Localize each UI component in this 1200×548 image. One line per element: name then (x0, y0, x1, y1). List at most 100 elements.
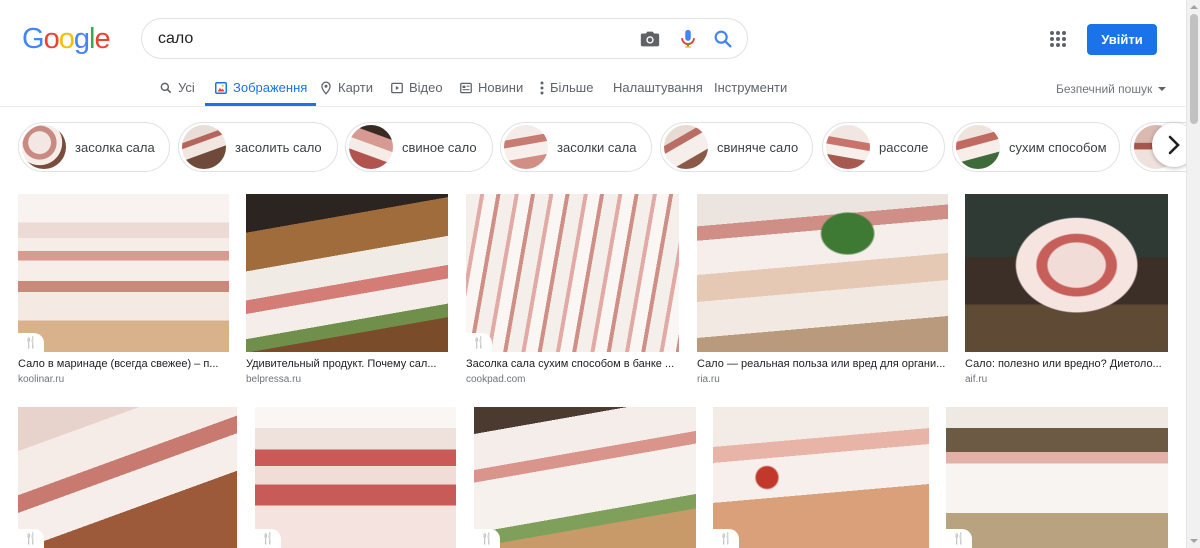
chip-thumbnail (956, 125, 1000, 169)
result-source: koolinar.ru (18, 374, 65, 385)
image-result[interactable]: Сало: полезно или вредно? Диетоло... aif… (965, 194, 1168, 385)
logo-letter: o (58, 23, 75, 55)
microphone-icon[interactable] (677, 28, 699, 50)
search-input[interactable] (158, 28, 618, 50)
search-icon[interactable] (712, 28, 734, 50)
related-chip[interactable]: свиняче сало (660, 122, 813, 172)
chip-label: сухим способом (1009, 139, 1107, 155)
tab-maps[interactable]: Карти (319, 72, 373, 106)
result-thumbnail[interactable]: 🍴 (946, 407, 1168, 548)
result-source: aif.ru (965, 374, 988, 385)
recipe-badge: 🍴 (713, 529, 739, 548)
result-caption[interactable]: Сало — реальная польза или вред для орга… (697, 358, 948, 370)
tab-settings[interactable]: Налаштування (613, 72, 703, 106)
chip-thumbnail (826, 125, 870, 169)
scroll-up-icon[interactable] (1190, 3, 1198, 11)
result-source: cookpad.com (466, 374, 526, 385)
apps-grid-icon[interactable] (1049, 30, 1067, 48)
result-thumbnail[interactable] (697, 194, 948, 352)
google-logo[interactable]: Google (22, 23, 111, 56)
result-thumbnail[interactable]: 🍴 (474, 407, 696, 548)
fork-knife-icon: 🍴 (24, 337, 38, 349)
chip-thumbnail (349, 125, 393, 169)
logo-letter: G (22, 23, 45, 55)
header-divider (0, 106, 1186, 107)
camera-icon[interactable] (639, 28, 661, 50)
fork-knife-icon: 🍴 (472, 337, 486, 349)
image-result[interactable]: 🍴 Сало в маринаде (всегда свежее) – п...… (18, 194, 229, 385)
logo-letter: e (94, 23, 110, 55)
image-result[interactable]: 🍴 (946, 407, 1168, 548)
result-caption[interactable]: Удивительный продукт. Почему сал... (246, 358, 448, 370)
chip-label: свиняче сало (717, 139, 799, 155)
result-thumbnail[interactable] (965, 194, 1168, 352)
scrollbar-thumb[interactable] (1190, 14, 1198, 124)
page-scrollbar[interactable] (1186, 0, 1200, 548)
safesearch-label: Безпечний пошук (1056, 82, 1153, 96)
related-chip[interactable]: рассоле (822, 122, 945, 172)
tab-label: Зображення (233, 80, 308, 95)
result-thumbnail[interactable]: 🍴 (466, 194, 679, 352)
safesearch-toggle[interactable]: Безпечний пошук (1056, 82, 1166, 96)
fork-knife-icon: 🍴 (480, 533, 494, 545)
image-result[interactable]: 🍴 (474, 407, 696, 548)
related-chip[interactable]: засолить сало (178, 122, 338, 172)
news-icon (459, 81, 473, 95)
related-searches-bar: засолка сала засолить сало свиное сало з… (0, 122, 1186, 174)
chip-label: засолка сала (75, 139, 155, 155)
tab-label: Усі (178, 80, 195, 95)
image-result[interactable]: Удивительный продукт. Почему сал... belp… (246, 194, 448, 385)
chip-label: засолить сало (235, 139, 322, 155)
tab-video[interactable]: Відео (390, 72, 443, 106)
fork-knife-icon: 🍴 (24, 533, 38, 545)
image-icon (214, 81, 228, 95)
image-result[interactable]: 🍴 (713, 407, 929, 548)
video-icon (390, 81, 404, 95)
login-button[interactable]: Увійти (1087, 24, 1157, 55)
recipe-badge: 🍴 (18, 333, 44, 352)
recipe-badge: 🍴 (946, 529, 972, 548)
result-source: ria.ru (697, 374, 720, 385)
tab-news[interactable]: Новини (459, 72, 523, 106)
fork-knife-icon: 🍴 (952, 533, 966, 545)
logo-letter: o (43, 23, 60, 55)
result-caption[interactable]: Сало в маринаде (всегда свежее) – п... (18, 358, 229, 370)
result-thumbnail[interactable]: 🍴 (18, 194, 229, 352)
recipe-badge: 🍴 (474, 529, 500, 548)
chip-label: рассоле (879, 139, 929, 155)
result-thumbnail[interactable] (246, 194, 448, 352)
related-chip[interactable]: сухим способом (952, 122, 1120, 172)
result-thumbnail[interactable]: 🍴 (255, 407, 456, 548)
map-pin-icon (319, 81, 333, 95)
chip-thumbnail (664, 125, 708, 169)
scroll-down-icon[interactable] (1190, 537, 1198, 545)
result-thumbnail[interactable]: 🍴 (713, 407, 929, 548)
result-caption[interactable]: Сало: полезно или вредно? Диетоло... (965, 358, 1168, 370)
caret-down-icon (1157, 87, 1166, 91)
fork-knife-icon: 🍴 (261, 533, 275, 545)
more-vert-icon (539, 81, 545, 95)
result-caption[interactable]: Засолка сала сухим способом в банке ... (466, 358, 679, 370)
recipe-badge: 🍴 (466, 333, 492, 352)
search-bar[interactable] (141, 18, 748, 59)
fork-knife-icon: 🍴 (719, 533, 733, 545)
related-chip[interactable]: свиное сало (345, 122, 493, 172)
image-result[interactable]: Сало — реальная польза или вред для орга… (697, 194, 948, 385)
tab-label: Інструменти (714, 80, 788, 95)
recipe-badge: 🍴 (18, 529, 44, 548)
tab-label: Карти (338, 80, 373, 95)
tab-all[interactable]: Усі (159, 72, 195, 106)
image-result[interactable]: 🍴 (18, 407, 237, 548)
result-source: belpressa.ru (246, 374, 302, 385)
result-thumbnail[interactable]: 🍴 (18, 407, 237, 548)
tab-tools[interactable]: Інструменти (714, 72, 787, 106)
tab-label: Більше (550, 80, 594, 95)
image-result[interactable]: 🍴 Засолка сала сухим способом в банке ..… (466, 194, 679, 385)
google-images-page: Google Увійти Усі Зображення (0, 0, 1200, 548)
chip-label: свиное сало (402, 139, 477, 155)
related-chip[interactable]: засолки сала (500, 122, 652, 172)
tab-more[interactable]: Більше (539, 72, 593, 106)
tab-images[interactable]: Зображення (205, 72, 317, 106)
related-chip[interactable]: засолка сала (18, 122, 170, 172)
image-result[interactable]: 🍴 (255, 407, 456, 548)
